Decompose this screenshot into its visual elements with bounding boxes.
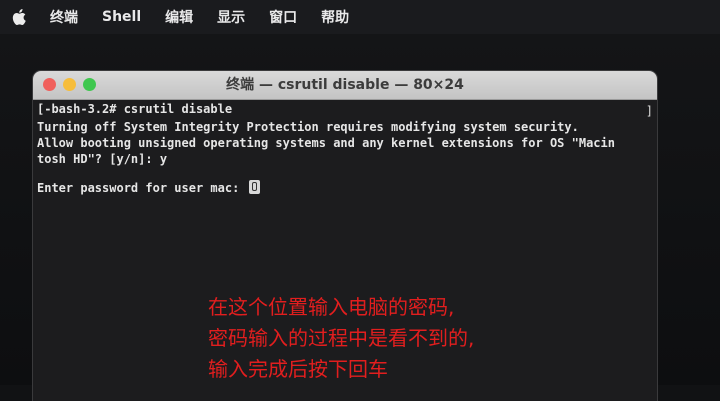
annotation-line-2: 密码输入的过程中是看不到的, xyxy=(208,326,475,350)
window-title: 终端 — csrutil disable — 80×24 xyxy=(226,77,464,93)
menu-window[interactable]: 窗口 xyxy=(269,7,297,27)
menu-shell[interactable]: Shell xyxy=(102,9,141,25)
apple-icon[interactable] xyxy=(12,8,28,26)
annotation-line-1: 在这个位置输入电脑的密码, xyxy=(208,295,455,319)
menu-edit[interactable]: 编辑 xyxy=(165,7,193,27)
terminal-line: tosh HD"? [y/n]: y xyxy=(37,152,168,166)
terminal-line: Turning off System Integrity Protection … xyxy=(37,120,579,134)
terminal-line: [-bash-3.2# csrutil disable xyxy=(37,102,233,116)
annotation-line-3: 输入完成后按下回车 xyxy=(208,357,388,381)
menu-bar: 终端 Shell 编辑 显示 窗口 帮助 xyxy=(0,0,720,34)
menu-help[interactable]: 帮助 xyxy=(321,7,349,27)
scroll-marker: ] xyxy=(645,104,653,118)
menu-view[interactable]: 显示 xyxy=(217,7,245,27)
password-prompt: Enter password for user mac: xyxy=(37,181,247,195)
terminal-line: Allow booting unsigned operating systems… xyxy=(37,136,615,150)
terminal-window[interactable]: 终端 — csrutil disable — 80×24 [-bash-3.2#… xyxy=(33,71,657,401)
password-prompt-line[interactable]: Enter password for user mac: xyxy=(37,180,260,195)
window-titlebar[interactable]: 终端 — csrutil disable — 80×24 xyxy=(33,71,657,100)
menu-terminal[interactable]: 终端 xyxy=(50,7,78,27)
key-icon xyxy=(248,180,260,194)
